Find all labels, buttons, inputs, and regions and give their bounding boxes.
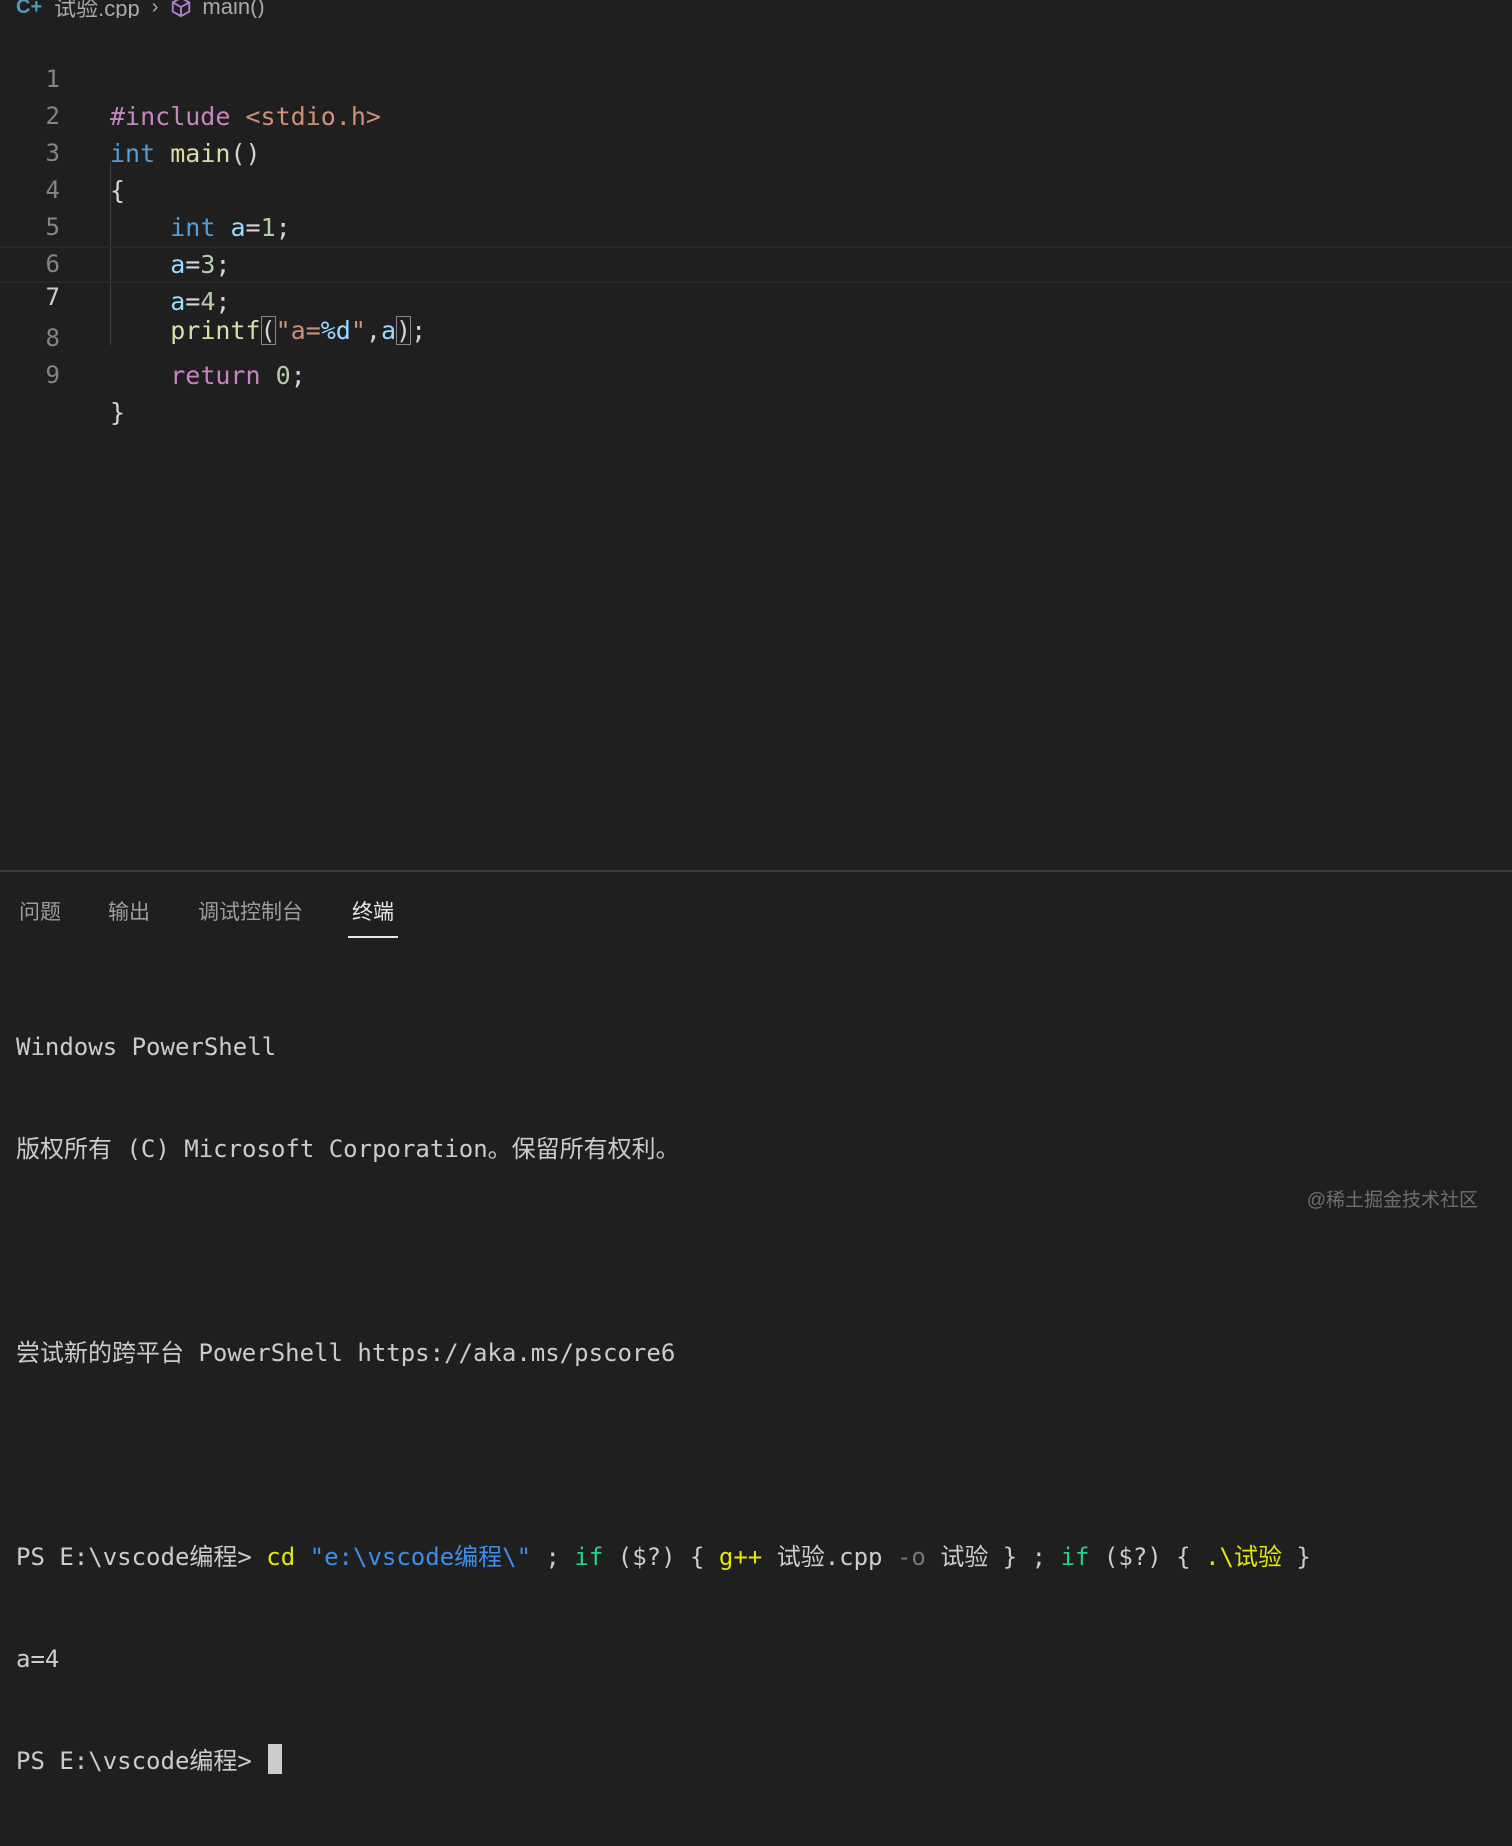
terminal-command-line: PS E:\vscode编程> cd "e:\vscode编程\" ; if (… [16,1540,1311,1574]
cmd-token: g++ [718,1543,763,1571]
chevron-right-icon: › [151,0,159,18]
terminal-line: a=4 [16,1645,60,1673]
breadcrumb-file[interactable]: 试验.cpp [54,0,140,18]
tab-terminal[interactable]: 终端 [352,896,394,926]
cmd-token: "e:\vscode编程\" [309,1543,532,1571]
tab-problems[interactable]: 问题 [19,896,61,926]
code-line[interactable]: 1 #include <stdio.h> [0,24,1512,131]
code-token: 0 [275,361,291,390]
panel-tabs: 问题 输出 调试控制台 终端 [0,872,1512,940]
cmd-token: -o [896,1543,926,1571]
code-editor[interactable]: 1 #include <stdio.h> 2 int main() 3 { 4 … [0,24,1512,870]
code-line[interactable]: 8 return 0; [0,283,1512,390]
tab-debug-console[interactable]: 调试控制台 [198,896,303,926]
cmd-token: ; [531,1543,575,1571]
prompt: PS E:\vscode编程> [16,1747,267,1775]
code-token: return [170,361,261,390]
cmd-token: if [1060,1543,1090,1571]
active-tab-indicator [348,936,398,938]
terminal-cursor [268,1744,283,1774]
code-line[interactable]: 9 } [0,320,1512,427]
cmd-token: if [574,1543,604,1571]
bottom-panel: 问题 输出 调试控制台 终端 Windows PowerShell 版权所有 (… [0,870,1512,1775]
cpp-file-icon: C+ [16,0,43,18]
terminal-output[interactable]: Windows PowerShell 版权所有 (C) Microsoft Co… [16,962,1311,1846]
code-line[interactable]: 4 int a=1; [0,135,1512,242]
terminal-line: 尝试新的跨平台 PowerShell https://aka.ms/pscore… [16,1339,676,1367]
cmd-token: ($?) { [603,1543,719,1571]
breadcrumb-symbol[interactable]: main() [202,0,264,18]
cmd-token: 试验 } ; [925,1543,1061,1571]
line-number: 9 [45,361,60,389]
terminal-line: 版权所有 (C) Microsoft Corporation。保留所有权利。 [16,1135,680,1163]
terminal-line-empty [16,1438,1311,1472]
code-line[interactable]: 2 int main() [0,61,1512,168]
cmd-token: } [1281,1543,1311,1571]
cmd-token: .\试验 [1205,1543,1282,1571]
cmd-token: cd [266,1543,296,1571]
breadcrumb: C+ 试验.cpp › main() [0,0,1512,18]
watermark: @稀土掘金技术社区 [1306,1190,1478,1211]
code-line[interactable]: 5 a=3; [0,172,1512,279]
tab-output[interactable]: 输出 [108,896,150,926]
terminal-prompt-line[interactable]: PS E:\vscode编程> [16,1744,1311,1778]
method-cube-icon [172,0,191,18]
code-token: ; [290,361,306,390]
cmd-token: 试验.cpp [762,1543,897,1571]
cmd-token: ($?) { [1089,1543,1206,1571]
code-line[interactable]: 3 { [0,98,1512,205]
code-line-current[interactable]: 7 printf("a=%d",a); [0,246,1512,345]
terminal-line-empty [16,1234,1311,1268]
terminal-line: Windows PowerShell [16,1033,277,1061]
prompt: PS E:\vscode编程> [16,1543,267,1571]
code-token: } [110,398,126,427]
code-line[interactable]: 6 a=4; [0,209,1512,316]
